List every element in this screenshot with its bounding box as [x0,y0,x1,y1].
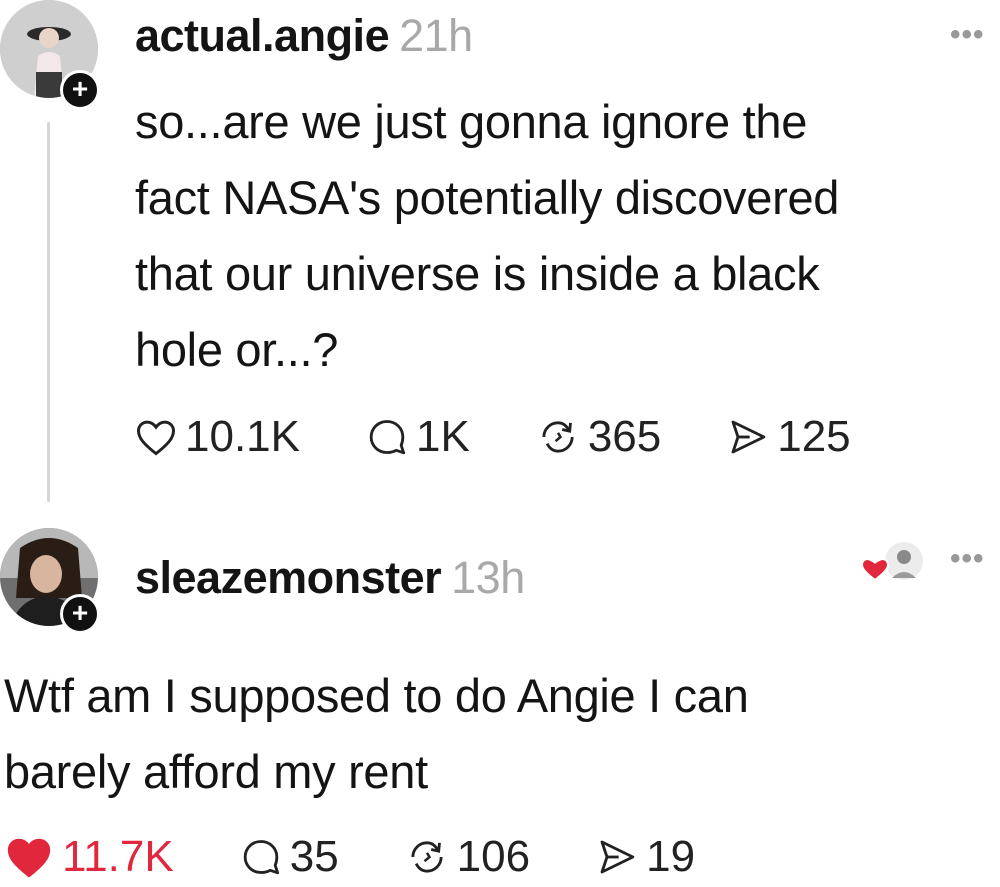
like-button[interactable]: 11.7K [4,832,174,882]
heart-icon [137,420,175,456]
share-button[interactable]: 19 [596,832,695,882]
post-time: 21h [399,10,473,61]
share-count: 125 [777,412,851,461]
post-text-line: Wtf am I supposed to do Angie I can [4,669,749,722]
comment-button[interactable]: 1K [366,412,470,462]
avatar-sleazemonster[interactable]: + [0,528,100,634]
post-text-line: fact NASA's potentially discovered [135,171,840,224]
post-text: so...are we just gonna ignore the fact N… [135,84,839,388]
post-time: 13h [451,552,525,603]
like-button[interactable]: 10.1K [135,412,300,462]
post-text: Wtf am I supposed to do Angie I can bare… [4,658,749,810]
liked-by-author-icon [860,540,925,582]
comment-count: 35 [289,832,339,881]
repost-count: 365 [587,412,662,461]
liked-by-author-indicator [858,540,925,582]
thread-line [47,122,50,502]
post-text-line: so...are we just gonna ignore the [135,95,808,148]
share-icon [600,840,635,874]
more-icon[interactable]: ••• [950,542,985,576]
repost-button[interactable]: 365 [536,412,661,462]
post-text-line: barely afford my rent [4,745,428,798]
repost-button[interactable]: 106 [405,832,530,882]
action-bar: 10.1K 1K 365 125 [135,412,851,462]
post-sleazemonster: + sleazemonster 13h ••• Wtf am I supposed… [0,520,1000,887]
share-icon [731,420,766,454]
action-bar: 11.7K 35 106 19 [4,832,695,882]
username[interactable]: sleazemonster 13h [135,552,525,604]
share-count: 19 [646,832,696,881]
username[interactable]: actual.angie 21h [135,10,473,62]
more-icon[interactable]: ••• [950,18,985,52]
post-text-line: that our universe is inside a black [135,247,820,300]
avatar-actual-angie[interactable]: + [0,0,100,110]
like-count: 11.7K [62,832,174,881]
post-text-line: hole or...? [135,323,339,376]
repost-count: 106 [456,832,531,881]
repost-icon [542,421,574,453]
comment-button[interactable]: 35 [240,832,339,882]
repost-icon [411,841,443,873]
heart-icon [7,838,51,878]
comment-icon [369,420,406,455]
follow-plus-icon[interactable]: + [60,594,100,634]
comment-count: 1K [415,412,470,461]
post-actual-angie: + actual.angie 21h ••• so...are we just g… [0,0,1000,510]
share-button[interactable]: 125 [727,412,851,462]
username-text[interactable]: actual.angie [135,10,390,61]
follow-plus-icon[interactable]: + [60,70,100,110]
like-count: 10.1K [185,412,300,461]
username-text[interactable]: sleazemonster [135,552,442,603]
comment-icon [243,840,279,875]
